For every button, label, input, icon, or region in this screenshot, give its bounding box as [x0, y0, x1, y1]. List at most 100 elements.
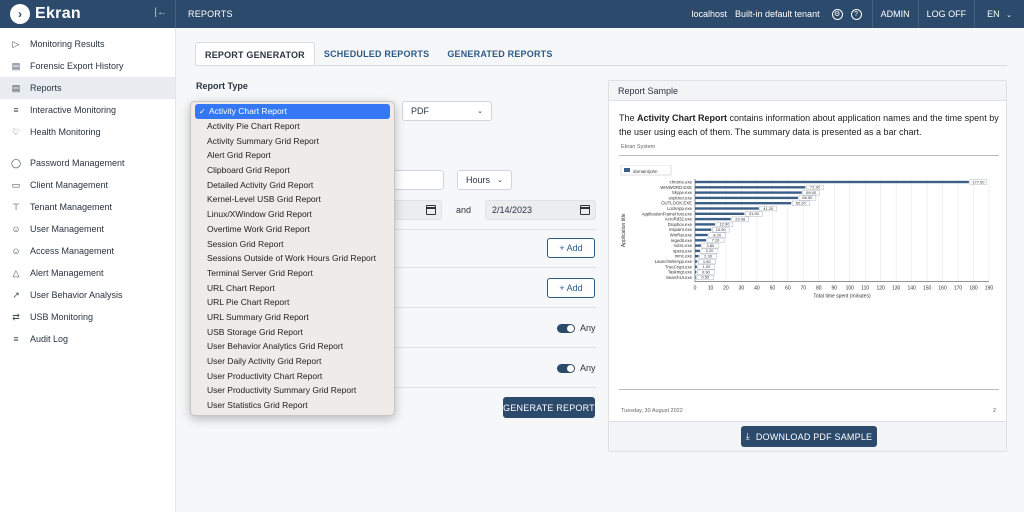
sidebar-item-reports[interactable]: ▤ Reports — [0, 77, 175, 99]
x-tick-label: 60 — [785, 286, 791, 292]
dropdown-option[interactable]: URL Pie Chart Report — [191, 295, 394, 310]
sidebar-item-tenant-management[interactable]: ⊤ Tenant Management — [0, 196, 175, 218]
add-group-button[interactable]: + Add — [547, 278, 595, 298]
bar — [695, 180, 969, 184]
settings-icon[interactable]: ⚙ — [831, 8, 843, 20]
dropdown-option[interactable]: Detailed Activity Grid Report — [191, 177, 394, 192]
dropdown-option[interactable]: Terminal Server Grid Report — [191, 266, 394, 281]
add-user-button[interactable]: + Add — [547, 238, 595, 258]
report-type-label: Report Type — [196, 81, 248, 91]
data-label: 1.50 — [703, 259, 712, 264]
bar — [695, 276, 696, 279]
category-label: WinRar.exe — [670, 233, 693, 238]
sidebar-item-user-management[interactable]: ☺ User Management — [0, 218, 175, 240]
sidebar-item-user-behavior-analysis[interactable]: ↗ User Behavior Analysis — [0, 284, 175, 306]
checkmark-icon: ✓ — [199, 106, 206, 116]
usb-icon: ⇄ — [12, 311, 20, 322]
dropdown-option[interactable]: User Productivity Summary Grid Report — [191, 383, 394, 398]
x-tick-label: 40 — [754, 286, 760, 292]
heart-icon: ♡ — [11, 126, 21, 137]
play-icon: ▷ — [12, 38, 20, 49]
x-tick-label: 170 — [954, 286, 963, 292]
x-axis-label: Total time spent (minutes) — [813, 294, 871, 300]
dropdown-option[interactable]: User Behavior Analytics Grid Report — [191, 339, 394, 354]
dropdown-option[interactable]: USB Storage Grid Report — [191, 324, 394, 339]
language-selector[interactable]: EN ⌄ — [975, 9, 1024, 19]
category-label: regedit.exe — [671, 238, 693, 243]
dropdown-option[interactable]: Sessions Outside of Work Hours Grid Repo… — [191, 251, 394, 266]
dropdown-option[interactable]: ✓ Activity Chart Report — [195, 104, 390, 119]
dropdown-option[interactable]: Overtime Work Grid Report — [191, 222, 394, 237]
user-menu[interactable]: ADMIN — [873, 9, 918, 19]
sample-header: Report Sample — [609, 81, 1006, 101]
help-icon[interactable]: ? — [850, 8, 862, 20]
category-label: Taskmgr.exe — [668, 270, 693, 275]
end-date-input[interactable]: 2/14/2023 — [485, 200, 596, 220]
dropdown-option[interactable]: User Statistics Grid Report — [191, 398, 394, 413]
dropdown-option[interactable]: Linux/XWindow Grid Report — [191, 207, 394, 222]
tab-scheduled-reports[interactable]: SCHEDULED REPORTS — [315, 42, 438, 66]
bell-icon: △ — [12, 267, 20, 278]
bar — [695, 233, 708, 237]
dropdown-option[interactable]: User Daily Activity Grid Report — [191, 354, 394, 369]
tab-generated-reports[interactable]: GENERATED REPORTS — [438, 42, 561, 66]
collapse-sidebar-icon[interactable]: |← — [154, 7, 167, 18]
generate-report-button[interactable]: GENERATE REPORT — [503, 397, 595, 418]
toggle-switch[interactable] — [557, 324, 575, 333]
list-icon: ≡ — [13, 105, 19, 115]
logo[interactable]: › Ekran |← — [0, 0, 176, 28]
data-label: 71.30 — [810, 185, 821, 190]
data-label: 7.10 — [712, 238, 721, 243]
top-bar: › Ekran |← REPORTS localhost Built-in de… — [0, 0, 1024, 28]
bar — [695, 186, 806, 189]
bar — [695, 212, 745, 215]
tabs-divider — [195, 65, 1007, 66]
sidebar-item-access-management[interactable]: ☺ Access Management — [0, 240, 175, 262]
dropdown-option[interactable]: Session Grid Report — [191, 236, 394, 251]
sidebar-item-audit-log[interactable]: ≡ Audit Log — [0, 328, 175, 350]
data-label: 69.00 — [806, 190, 817, 195]
sidebar-item-alert-management[interactable]: △ Alert Management — [0, 262, 175, 284]
category-label: chrome.exe — [670, 180, 693, 185]
calendar-icon[interactable] — [425, 205, 436, 215]
sidebar-item-password-management[interactable]: ◯ Password Management — [0, 152, 175, 174]
sidebar-item-forensic-export-history[interactable]: ▤ Forensic Export History — [0, 55, 175, 77]
start-date-input[interactable] — [390, 200, 442, 220]
dropdown-option[interactable]: Alert Grid Report — [191, 148, 394, 163]
dropdown-option[interactable]: URL Chart Report — [191, 280, 394, 295]
category-label: opera.exe — [673, 248, 693, 253]
dropdown-option[interactable]: Activity Summary Grid Report — [191, 133, 394, 148]
data-label: 62.20 — [796, 201, 807, 206]
dropdown-option[interactable]: User Productivity Chart Report — [191, 368, 394, 383]
period-value-input[interactable] — [390, 170, 444, 190]
sidebar-item-client-management[interactable]: ▭ Client Management — [0, 174, 175, 196]
logoff-button[interactable]: LOG OFF — [919, 9, 975, 19]
bar — [695, 228, 712, 231]
sidebar-item-usb-monitoring[interactable]: ⇄ USB Monitoring — [0, 306, 175, 328]
x-tick-label: 0 — [694, 286, 697, 292]
legend-label: domain\john — [633, 169, 658, 174]
dropdown-option[interactable]: Kernel-Level USB Grid Report — [191, 192, 394, 207]
sidebar-item-health-monitoring[interactable]: ♡ Health Monitoring — [0, 121, 175, 143]
dropdown-option[interactable]: URL Summary Grid Report — [191, 310, 394, 325]
tenant-selector[interactable]: Built-in default tenant — [735, 9, 828, 19]
divider — [390, 229, 596, 230]
dropdown-option[interactable]: Activity Pie Chart Report — [191, 119, 394, 134]
report-sample-panel: Report Sample The Activity Chart Report … — [608, 80, 1007, 452]
dropdown-option[interactable]: Clipboard Grid Report — [191, 163, 394, 178]
sidebar-item-monitoring-results[interactable]: ▷ Monitoring Results — [0, 33, 175, 55]
toggle-switch[interactable] — [557, 364, 575, 373]
download-pdf-sample-button[interactable]: ⤓ DOWNLOAD PDF SAMPLE — [741, 426, 877, 447]
data-label: 41.20 — [763, 206, 774, 211]
category-label: OUTLOOK.EXE — [661, 201, 692, 206]
category-label: Dropbox.exe — [668, 222, 693, 227]
and-label: and — [456, 205, 472, 215]
y-axis-label: Application title — [621, 213, 627, 247]
sidebar-item-interactive-monitoring[interactable]: ≡ Interactive Monitoring — [0, 99, 175, 121]
period-unit-select[interactable]: Hours ⌄ — [457, 170, 512, 190]
tab-report-generator[interactable]: REPORT GENERATOR — [195, 42, 315, 66]
report-type-dropdown[interactable]: ✓ Activity Chart Report Activity Pie Chart… — [190, 101, 395, 416]
calendar-icon[interactable] — [579, 205, 590, 215]
format-select[interactable]: PDF ⌄ — [402, 101, 492, 121]
x-tick-label: 80 — [816, 286, 822, 292]
